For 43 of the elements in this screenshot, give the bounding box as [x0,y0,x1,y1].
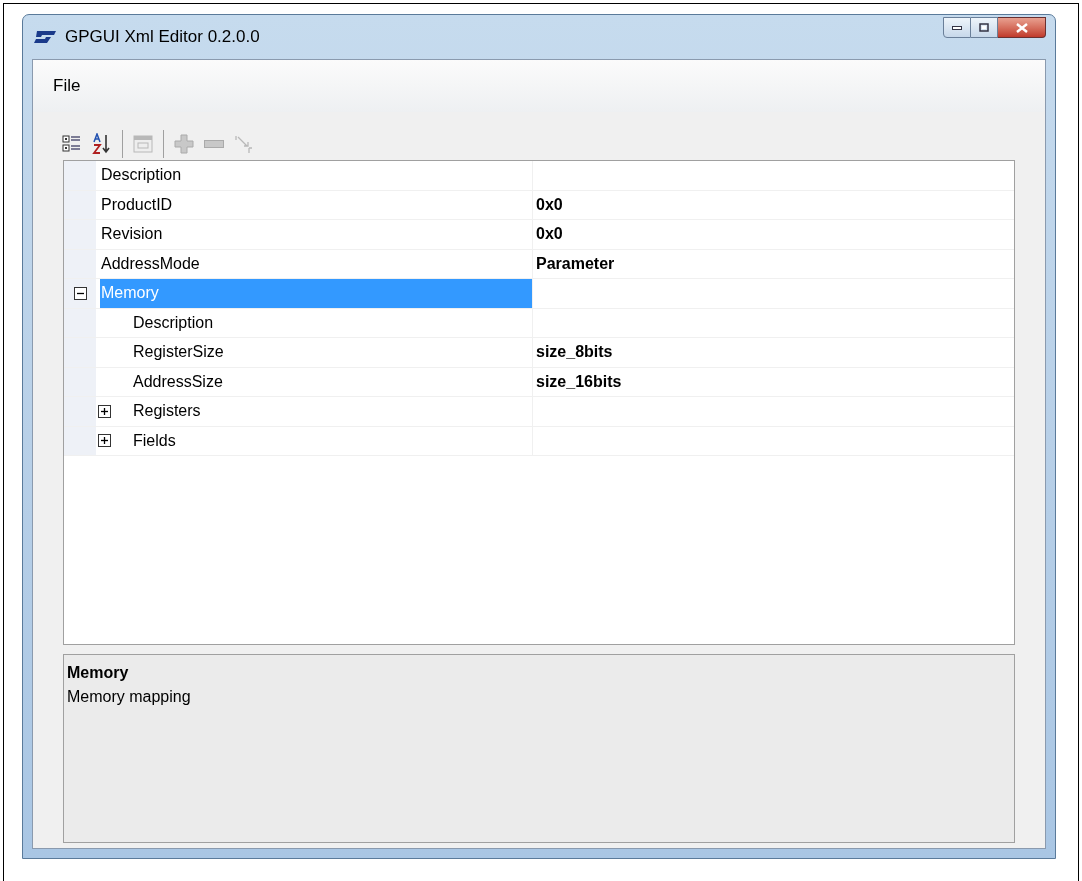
property-value[interactable]: 0x0 [536,192,563,217]
arrow-icon [234,134,254,154]
help-title: Memory [67,663,129,683]
property-row[interactable]: Fields [64,426,1014,456]
close-button[interactable] [998,17,1046,38]
maximize-button[interactable] [971,17,998,38]
property-value[interactable]: 0x0 [536,222,563,247]
property-row[interactable]: Registers [64,397,1014,427]
property-name[interactable]: Description [100,161,532,190]
property-name[interactable]: Fields [132,426,532,455]
property-name[interactable]: ProductID [100,190,532,219]
window-icon [133,135,153,153]
maximize-icon [979,23,989,32]
property-row[interactable]: Revision 0x0 [64,220,1014,250]
property-name[interactable]: Revision [100,220,532,249]
minus-icon [204,140,224,148]
menu-item[interactable]: File [49,73,85,99]
app-logo-icon [33,30,57,44]
property-value[interactable]: size_8bits [536,340,613,365]
property-name[interactable]: Registers [132,397,532,426]
categorized-icon [62,134,82,154]
property-name[interactable]: Description [132,308,532,337]
property-row[interactable]: ProductID 0x0 [64,190,1014,220]
expand-icon[interactable] [98,434,111,448]
property-name[interactable]: AddressMode [100,249,532,278]
property-row[interactable]: RegisterSize size_8bits [64,338,1014,368]
expand-icon[interactable] [98,404,111,418]
minimize-icon [952,25,962,30]
property-value[interactable]: size_16bits [536,369,622,394]
collapse-icon[interactable] [73,286,87,300]
property-row[interactable]: Description [64,161,1014,191]
property-value[interactable]: Parameter [536,251,615,276]
minimize-button[interactable] [943,17,971,38]
plus-icon [174,134,194,154]
property-row[interactable]: AddressSize size_16bits [64,367,1014,397]
window-title: GPGUI Xml Editor 0.2.0.0 [65,26,260,49]
property-name[interactable]: RegisterSize [132,338,532,367]
property-row[interactable]: AddressMode Parameter [64,249,1014,279]
close-icon [1015,22,1028,33]
property-name[interactable]: AddressSize [132,367,532,396]
sort-az-icon [92,133,112,155]
help-description: Memory mapping [67,687,191,707]
property-row[interactable]: Description [64,308,1014,338]
